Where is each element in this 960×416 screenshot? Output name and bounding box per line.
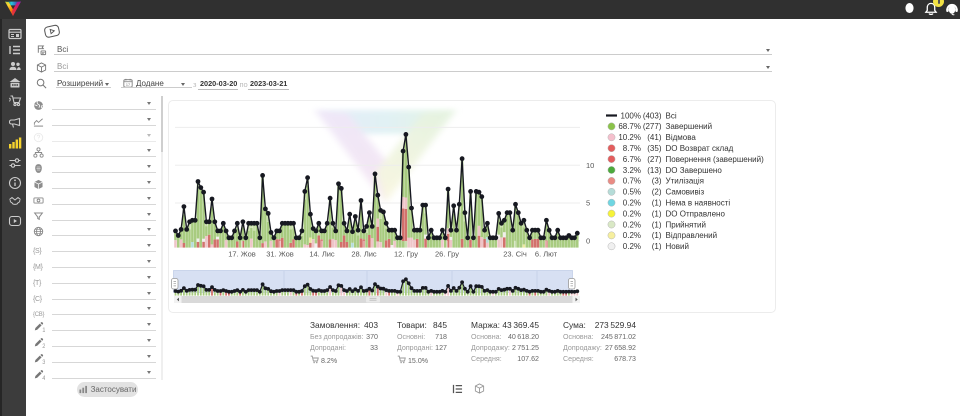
- svg-text:3.2%: 3.2%: [623, 166, 641, 175]
- svg-text:(277): (277): [643, 122, 662, 131]
- svg-text:10: 10: [586, 161, 594, 170]
- svg-text:26. Гру: 26. Гру: [435, 250, 459, 259]
- svg-text:0.2%: 0.2%: [623, 209, 641, 218]
- svg-text:28. Лис: 28. Лис: [351, 250, 377, 259]
- svg-text:(13): (13): [647, 166, 662, 175]
- svg-text:Прийнятий: Прийнятий: [666, 220, 707, 229]
- svg-text:Самовивіз: Самовивіз: [666, 188, 705, 197]
- svg-text:6.7%: 6.7%: [623, 155, 641, 164]
- svg-text:Всі: Всі: [666, 111, 677, 120]
- svg-text:(3): (3): [652, 177, 662, 186]
- svg-text:0.2%: 0.2%: [623, 242, 641, 251]
- svg-text:4: 4: [42, 376, 45, 380]
- svg-text:3: 3: [42, 360, 45, 364]
- svg-text:10.2%: 10.2%: [618, 133, 641, 142]
- svg-text:(403): (403): [643, 111, 662, 120]
- svg-text:Нема в наявності: Нема в наявності: [666, 199, 731, 208]
- svg-text:(41): (41): [647, 133, 662, 142]
- svg-text:Відправлений: Відправлений: [666, 231, 718, 240]
- svg-text:17. Жов: 17. Жов: [228, 250, 256, 259]
- svg-text:0.5%: 0.5%: [623, 188, 641, 197]
- svg-text:DO Отправлено: DO Отправлено: [666, 209, 726, 218]
- svg-text:DO Завершено: DO Завершено: [666, 166, 723, 175]
- svg-text:DO Возврат склад: DO Возврат склад: [666, 144, 734, 153]
- svg-text:0: 0: [586, 237, 590, 246]
- svg-text:0.2%: 0.2%: [623, 199, 641, 208]
- svg-text:12. Гру: 12. Гру: [394, 250, 418, 259]
- svg-text:Повернення (завершений): Повернення (завершений): [666, 155, 765, 164]
- svg-text:Відмова: Відмова: [666, 133, 697, 142]
- svg-text:(2): (2): [652, 188, 662, 197]
- svg-text:0.2%: 0.2%: [623, 231, 641, 240]
- svg-text:Новий: Новий: [666, 242, 689, 251]
- svg-text:1: 1: [42, 328, 45, 332]
- svg-text:23. Січ: 23. Січ: [503, 250, 527, 259]
- svg-text:(1): (1): [652, 199, 662, 208]
- svg-text:(1): (1): [652, 209, 662, 218]
- svg-text:Утилізація: Утилізація: [666, 177, 704, 186]
- svg-text:(1): (1): [652, 242, 662, 251]
- svg-text:14. Лис: 14. Лис: [309, 250, 335, 259]
- svg-text:6. Лют: 6. Лют: [535, 250, 558, 259]
- svg-text:5: 5: [586, 199, 590, 208]
- svg-text:100%: 100%: [621, 111, 641, 120]
- svg-text:(1): (1): [652, 231, 662, 240]
- svg-text:0.2%: 0.2%: [623, 220, 641, 229]
- svg-text:(27): (27): [647, 155, 662, 164]
- svg-text:0.7%: 0.7%: [623, 177, 641, 186]
- svg-text:68.7%: 68.7%: [618, 122, 641, 131]
- svg-text:(35): (35): [647, 144, 662, 153]
- svg-text:2: 2: [42, 344, 45, 348]
- svg-text:(1): (1): [652, 220, 662, 229]
- svg-text:Завершений: Завершений: [666, 122, 713, 131]
- svg-text:31. Жов: 31. Жов: [266, 250, 294, 259]
- svg-text:8.7%: 8.7%: [623, 144, 641, 153]
